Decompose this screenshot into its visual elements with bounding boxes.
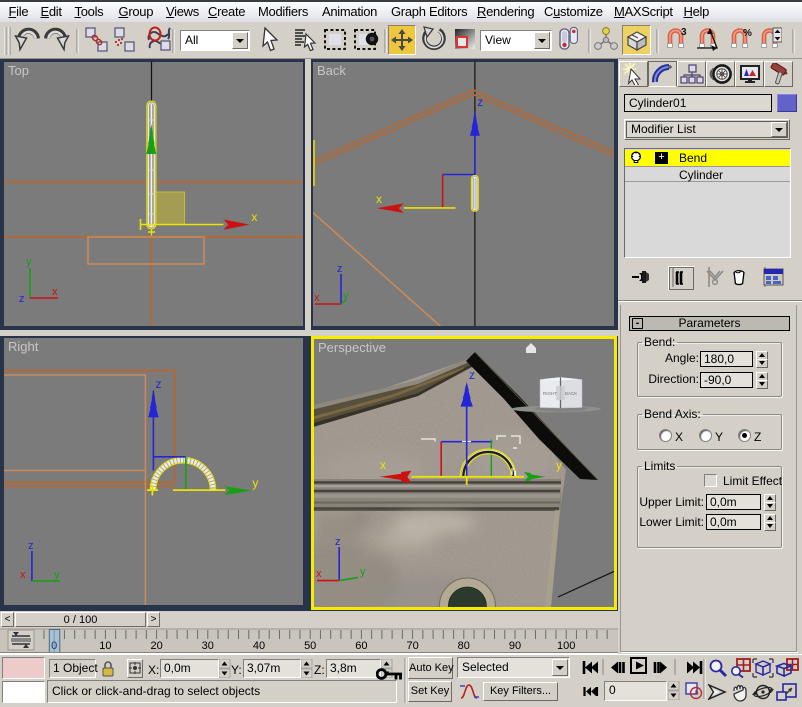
svg-text:z: z [335,536,341,548]
svg-text:z: z [477,95,483,109]
svg-text:3: 3 [681,27,687,38]
svg-text:x: x [314,292,320,304]
svg-text:z: z [469,368,475,382]
svg-text:RIGHT: RIGHT [543,391,557,396]
svg-text:x: x [20,569,26,581]
svg-text:30: 30 [202,640,214,652]
svg-text:%: % [743,28,752,39]
svg-text:x: x [52,286,58,298]
svg-text:40: 40 [253,640,265,652]
svg-text:x: x [380,458,386,472]
svg-text:BACK: BACK [565,391,577,396]
svg-text:z: z [337,263,343,275]
svg-text:y: y [26,256,32,268]
svg-text:60: 60 [355,640,367,652]
svg-text:y: y [54,569,60,581]
svg-text:70: 70 [406,640,418,652]
svg-text:x: x [376,192,382,206]
svg-text:y: y [360,566,366,578]
svg-text:90: 90 [509,640,521,652]
svg-text:80: 80 [458,640,470,652]
svg-text:10: 10 [99,640,111,652]
svg-text:x: x [251,210,257,224]
svg-text:y: y [252,476,258,490]
svg-text:y: y [556,458,562,472]
svg-text:z: z [28,540,34,552]
svg-text:0: 0 [51,640,57,652]
svg-text:x: x [316,568,322,580]
svg-text:20: 20 [150,640,162,652]
svg-text:z: z [19,293,25,305]
svg-text:z: z [156,377,162,391]
svg-text:y: y [343,290,349,302]
svg-text:50: 50 [304,640,316,652]
svg-text:100: 100 [557,640,575,652]
